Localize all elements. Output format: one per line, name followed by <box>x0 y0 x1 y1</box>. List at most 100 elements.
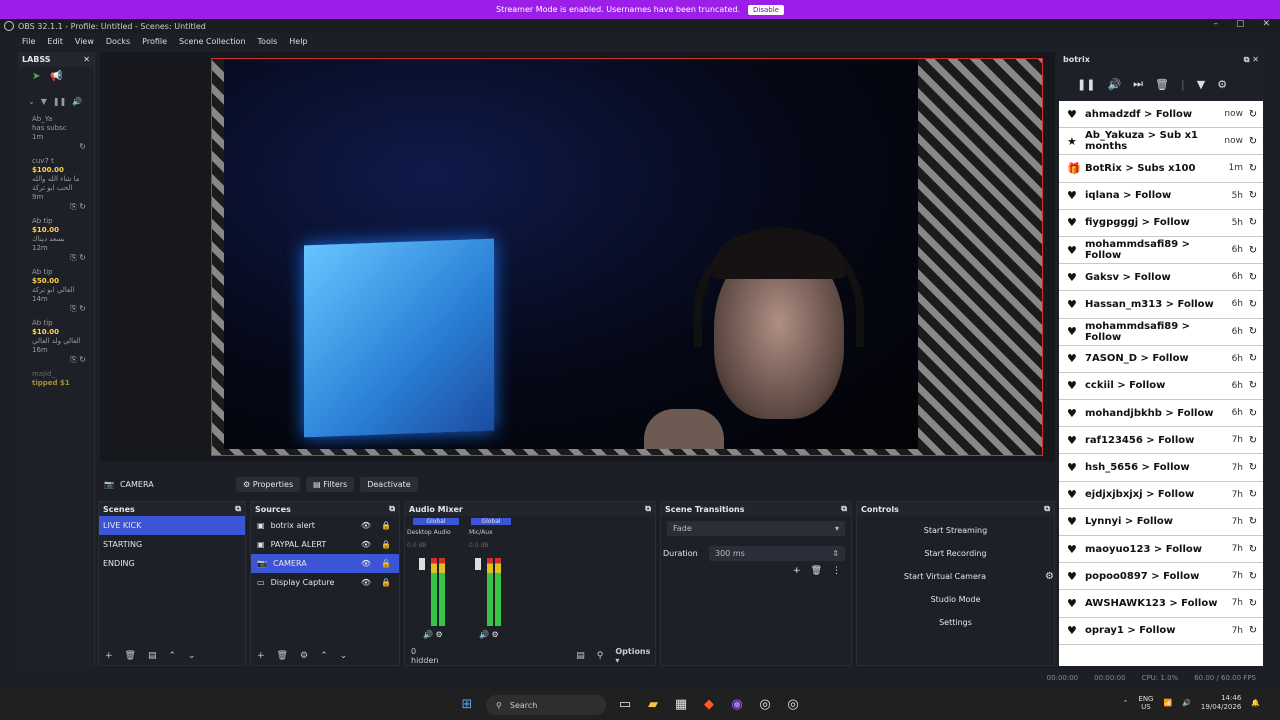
replay-icon[interactable]: ↻ <box>1243 598 1263 609</box>
lock-icon[interactable]: 🔒 <box>381 540 391 549</box>
volume-icon[interactable]: 🔊 <box>1107 78 1121 91</box>
file-explorer-icon[interactable]: ▰ <box>644 696 662 714</box>
skip-icon[interactable]: ⏭ <box>1133 77 1143 91</box>
menu-edit[interactable]: Edit <box>47 37 63 46</box>
chevron-down-icon[interactable]: ⌄ <box>28 97 35 106</box>
menu-file[interactable]: File <box>22 37 35 46</box>
tray-chevron-icon[interactable]: ⌃ <box>1123 699 1129 707</box>
replay-icon[interactable]: ↻ <box>1243 435 1263 446</box>
menu-scene-collection[interactable]: Scene Collection <box>179 37 246 46</box>
replay-icon[interactable]: ↻ <box>1243 299 1263 310</box>
undock-icon[interactable]: ⧉ <box>645 504 651 514</box>
replay-icon[interactable]: ↻ <box>1243 625 1263 636</box>
wifi-icon[interactable]: 📶 <box>1163 699 1172 707</box>
mixer-layout-icon[interactable]: ▤ <box>576 651 585 661</box>
replay-icon[interactable]: ↻ <box>1243 408 1263 419</box>
scene-filters-icon[interactable]: ▤ <box>148 651 157 661</box>
scene-item[interactable]: ENDING <box>99 554 245 573</box>
replay-icon[interactable]: ↻ <box>1243 109 1263 120</box>
replay-icon[interactable]: ↻ <box>1243 544 1263 555</box>
replay-icon[interactable]: ↻ <box>1243 217 1263 228</box>
menu-tools[interactable]: Tools <box>258 37 278 46</box>
studio-mode-button[interactable]: Studio Mode <box>866 591 1046 608</box>
refresh-icon[interactable]: ⎘ ↻ <box>32 304 90 313</box>
source-item[interactable]: 📷 CAMERA 👁 🔒 <box>251 554 399 573</box>
start-streaming-button[interactable]: Start Streaming <box>866 522 1046 539</box>
replay-icon[interactable]: ↻ <box>1243 516 1263 527</box>
replay-icon[interactable]: ↻ <box>1243 462 1263 473</box>
scene-item[interactable]: LIVE KICK <box>99 516 245 535</box>
options-button[interactable]: Options ▾ <box>615 647 655 665</box>
speaker-icon[interactable]: 🔊 <box>1182 699 1191 707</box>
settings-button[interactable]: Settings <box>866 614 1046 631</box>
lock-icon[interactable]: 🔒 <box>381 521 391 530</box>
replay-icon[interactable]: ↻ <box>1243 190 1263 201</box>
menu-view[interactable]: View <box>75 37 94 46</box>
undock-icon[interactable]: ⧉ <box>841 504 847 514</box>
add-transition-icon[interactable]: + <box>793 566 801 576</box>
obs-active-taskbar-icon[interactable]: ◎ <box>784 696 802 714</box>
dock-close-icon[interactable]: ⧉ ✕ <box>1244 55 1259 65</box>
mic-speaker-icon[interactable]: 🔊 ⚙ <box>479 630 499 639</box>
visibility-eye-icon[interactable]: 👁 <box>361 540 371 549</box>
lock-icon[interactable]: 🔒 <box>381 559 391 568</box>
virtual-camera-settings-icon[interactable]: ⚙ <box>1045 571 1054 582</box>
replay-icon[interactable]: ↻ <box>1243 136 1263 147</box>
move-down-icon[interactable]: ⌄ <box>340 651 348 661</box>
undock-icon[interactable]: ⧉ <box>235 504 241 514</box>
replay-icon[interactable]: ↻ <box>1243 326 1263 337</box>
spinner-icon[interactable]: ⇕ <box>832 549 839 558</box>
visibility-eye-icon[interactable]: 👁 <box>361 521 371 530</box>
replay-icon[interactable]: ↻ <box>1243 245 1263 256</box>
obs-taskbar-icon[interactable]: ◎ <box>756 696 774 714</box>
menu-docks[interactable]: Docks <box>106 37 130 46</box>
visibility-eye-icon[interactable]: 👁 <box>361 578 371 587</box>
language-indicator[interactable]: ENG US <box>1138 695 1153 711</box>
replay-icon[interactable]: ↻ <box>1243 489 1263 500</box>
disable-streamer-mode-button[interactable]: Disable <box>748 4 784 15</box>
menu-help[interactable]: Help <box>289 37 307 46</box>
filter-icon[interactable]: ▼ <box>1197 78 1205 91</box>
visibility-eye-icon[interactable]: 👁 <box>361 559 371 568</box>
replay-icon[interactable]: ↻ <box>1243 571 1263 582</box>
pause-icon[interactable]: ❚❚ <box>1077 78 1095 91</box>
scene-item[interactable]: STARTING <box>99 535 245 554</box>
trash-icon[interactable]: 🗑 <box>1155 78 1169 91</box>
replay-icon[interactable]: ↻ <box>1243 163 1263 174</box>
task-view-icon[interactable]: ▭ <box>616 696 634 714</box>
undock-icon[interactable]: ⧉ <box>1044 504 1050 514</box>
volume-fader[interactable] <box>475 558 481 570</box>
taskbar-search[interactable]: ⚲ Search <box>486 695 606 715</box>
start-virtual-camera-button[interactable]: Start Virtual Camera <box>865 568 1025 585</box>
deactivate-button[interactable]: Deactivate <box>360 476 418 492</box>
remove-scene-icon[interactable]: 🗑 <box>125 651 136 661</box>
refresh-icon[interactable]: ↻ <box>32 142 90 151</box>
send-icon[interactable]: ➤ <box>32 71 40 82</box>
duration-input[interactable]: 300 ms ⇕ <box>709 546 845 561</box>
menu-profile[interactable]: Profile <box>142 37 167 46</box>
undock-icon[interactable]: ⧉ <box>389 504 395 514</box>
store-icon[interactable]: ▦ <box>672 696 690 714</box>
remove-transition-icon[interactable]: 🗑 <box>811 566 822 576</box>
move-down-icon[interactable]: ⌄ <box>188 651 196 661</box>
dock-close-icon[interactable]: ✕ <box>83 55 90 64</box>
desktop-speaker-icon[interactable]: 🔊 ⚙ <box>423 630 443 639</box>
filters-button[interactable]: ▤ Filters <box>306 476 355 492</box>
source-item[interactable]: ▣ botrix alert 👁 🔒 <box>251 516 399 535</box>
properties-button[interactable]: ⚙ Properties <box>235 476 301 492</box>
minimize-icon[interactable]: – <box>1213 19 1218 29</box>
close-icon[interactable]: ✕ <box>1262 19 1270 29</box>
move-up-icon[interactable]: ⌃ <box>320 651 328 661</box>
megaphone-icon[interactable]: 📢 <box>50 71 62 82</box>
refresh-icon[interactable]: ⎘ ↻ <box>32 253 90 262</box>
notification-icon[interactable]: 🔔 <box>1251 699 1260 707</box>
clock[interactable]: 14:46 19/04/2026 <box>1201 694 1241 712</box>
refresh-icon[interactable]: ⎘ ↻ <box>32 202 90 211</box>
refresh-icon[interactable]: ⎘ ↻ <box>32 355 90 364</box>
volume-icon[interactable]: 🔊 <box>72 97 82 106</box>
brave-browser-icon[interactable]: ◆ <box>700 696 718 714</box>
remove-source-icon[interactable]: 🗑 <box>277 651 288 661</box>
gear-icon[interactable]: ⚙ <box>1217 78 1227 91</box>
move-up-icon[interactable]: ⌃ <box>169 651 177 661</box>
more-options-icon[interactable]: ⋮ <box>832 566 841 576</box>
